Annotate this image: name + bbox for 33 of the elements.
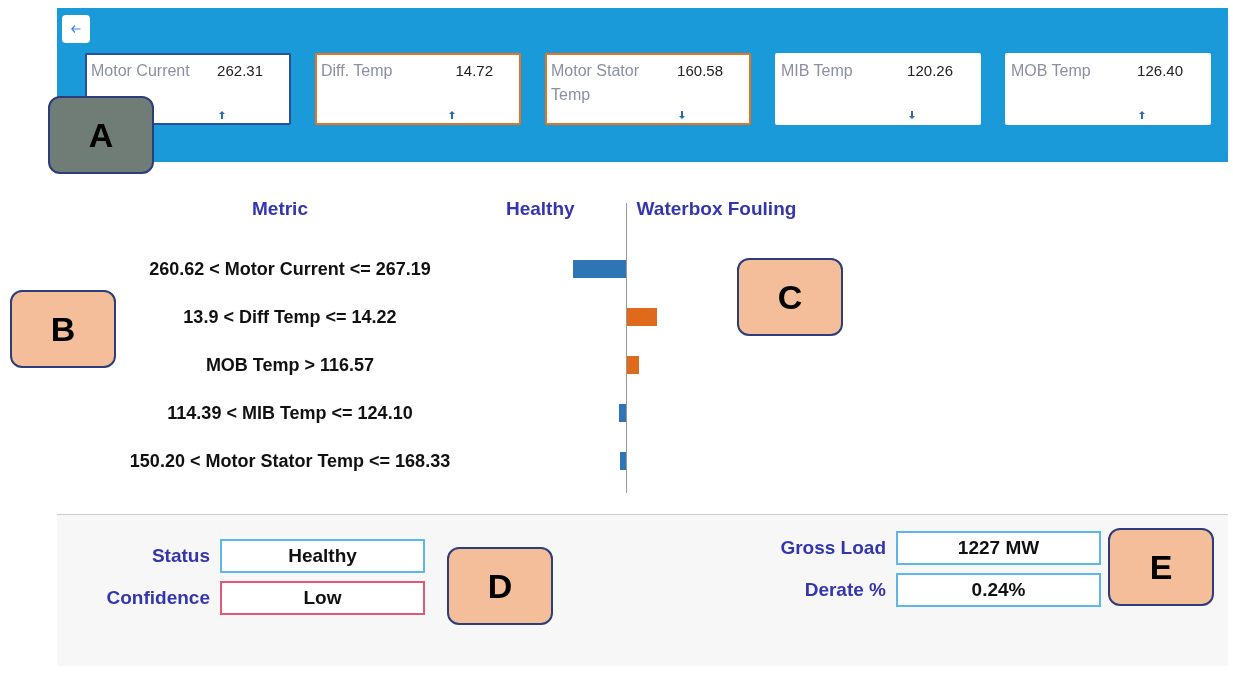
field-label: Status <box>150 543 210 568</box>
metric-value: 160.58 <box>677 61 724 81</box>
metric-label: MOB Temp <box>1011 61 1092 81</box>
callout-label: D <box>447 547 553 625</box>
metric-value: 262.31 <box>217 61 264 81</box>
callout-label: B <box>10 290 116 368</box>
callout-label: C <box>737 258 843 336</box>
metric-value: 126.40 <box>1137 61 1184 81</box>
value-field: 0.24% <box>896 573 1101 607</box>
metric-condition: 150.20 < Motor Stator Temp <= 168.33 <box>129 449 451 473</box>
healthy-heading: Healthy <box>505 196 575 221</box>
back-button[interactable] <box>62 15 90 43</box>
field-label: Gross Load <box>779 535 886 560</box>
value-field: Healthy <box>220 539 425 573</box>
metric-condition: 114.39 < MIB Temp <= 124.10 <box>167 401 413 425</box>
callout-label: A <box>48 96 154 174</box>
metric-label: Motor Stator Temp <box>551 61 641 105</box>
metric-condition: 13.9 < Diff Temp <= 14.22 <box>183 305 397 329</box>
callout-label: E <box>1108 528 1214 606</box>
metric-condition: MOB Temp > 116.57 <box>205 353 375 377</box>
value-field: Low <box>220 581 425 615</box>
back-arrow-icon <box>71 25 81 33</box>
metric-value: 120.26 <box>907 61 954 81</box>
metric-value: 14.72 <box>455 61 494 81</box>
field-label: Derate % <box>803 577 886 602</box>
metric-label: MIB Temp <box>781 61 854 81</box>
field-label: Confidence <box>105 585 210 610</box>
metric-label: Motor Current <box>91 61 191 81</box>
metric-condition: 260.62 < Motor Current <= 267.19 <box>149 257 431 281</box>
metric-heading: Metric <box>252 196 308 221</box>
metric-label: Diff. Temp <box>321 61 394 81</box>
fouling-heading: Waterbox Fouling <box>636 196 797 221</box>
value-field: 1227 MW <box>896 531 1101 565</box>
